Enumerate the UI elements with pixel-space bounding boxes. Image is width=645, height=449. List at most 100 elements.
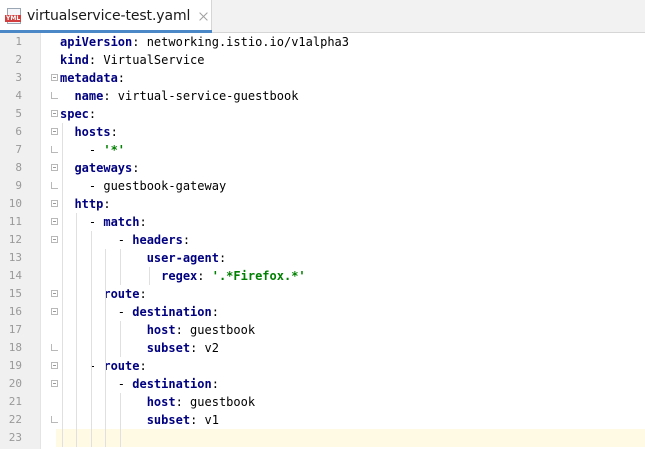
fold-end-icon[interactable] — [51, 344, 58, 351]
code-line[interactable]: 16 - destination: — [0, 303, 645, 321]
line-number: 8 — [15, 161, 22, 174]
yaml-token: : — [218, 251, 227, 265]
yaml-token: : v1 — [190, 413, 219, 427]
editor-tab-bar: YML virtualservice-test.yaml — [0, 0, 645, 33]
fold-marker-icon[interactable] — [51, 236, 58, 243]
fold-end-icon[interactable] — [51, 92, 58, 99]
fold-end-icon[interactable] — [51, 416, 58, 423]
code-line[interactable]: 21 host: guestbook — [0, 393, 645, 411]
line-number: 19 — [8, 359, 22, 372]
yaml-token: - — [117, 233, 133, 247]
yaml-file-icon: YML — [5, 8, 22, 24]
code-line[interactable]: 14 regex: '.*Firefox.*' — [0, 267, 645, 285]
yaml-key: hosts — [74, 125, 111, 139]
code-text: regex: '.*Firefox.*' — [60, 267, 306, 285]
yaml-token: : — [139, 287, 147, 301]
fold-marker-icon[interactable] — [51, 200, 58, 207]
yaml-token: : — [132, 161, 140, 175]
fold-marker-icon[interactable] — [51, 308, 58, 315]
fold-marker-icon[interactable] — [51, 290, 58, 297]
yaml-key: destination — [132, 305, 212, 319]
yaml-token: - — [88, 143, 104, 157]
code-line[interactable]: 3 metadata: — [0, 69, 645, 87]
code-text: subset: v2 — [60, 339, 219, 357]
yaml-token: - — [117, 305, 133, 319]
line-number: 18 — [8, 341, 22, 354]
code-line[interactable]: 9 - guestbook-gateway — [0, 177, 645, 195]
line-number: 1 — [15, 35, 22, 48]
code-line[interactable]: 1 apiVersion: networking.istio.io/v1alpha… — [0, 33, 645, 51]
yaml-key: user-agent — [146, 251, 219, 265]
code-text: metadata: — [60, 69, 125, 87]
line-number: 16 — [8, 305, 22, 318]
code-line[interactable]: 22 subset: v1 — [0, 411, 645, 429]
yaml-key: http — [74, 197, 104, 211]
code-line[interactable]: 13 user-agent: — [0, 249, 645, 267]
code-line[interactable]: 23 — [9, 429, 645, 447]
code-line[interactable]: 2 kind: VirtualService — [0, 51, 645, 69]
code-text: - destination: — [60, 303, 219, 321]
code-line[interactable]: 4 name: virtual-service-guestbook — [0, 87, 645, 105]
fold-marker-icon[interactable] — [51, 380, 58, 387]
fold-marker-icon[interactable] — [51, 362, 58, 369]
code-text: name: virtual-service-guestbook — [60, 87, 298, 105]
code-text: apiVersion: networking.istio.io/v1alpha3 — [60, 33, 349, 51]
code-line[interactable]: 7 - '*' — [0, 141, 645, 159]
code-text: gateways: — [60, 159, 139, 177]
yaml-token: - guestbook-gateway — [88, 179, 227, 193]
yaml-token: : — [139, 215, 147, 229]
code-line[interactable]: 15 route: — [0, 285, 645, 303]
indent-guide — [76, 213, 78, 447]
fold-marker-icon[interactable] — [51, 128, 58, 135]
code-line[interactable]: 10 http: — [0, 195, 645, 213]
fold-end-icon[interactable] — [51, 146, 58, 153]
fold-end-icon[interactable] — [51, 182, 58, 189]
line-number: 6 — [15, 125, 22, 138]
code-line[interactable]: 6 hosts: — [0, 123, 645, 141]
line-number: 23 — [8, 431, 22, 444]
code-text: subset: v1 — [60, 411, 219, 429]
fold-marker-icon[interactable] — [51, 218, 58, 225]
close-icon[interactable] — [198, 11, 209, 22]
yaml-token: : VirtualService — [88, 53, 205, 67]
yaml-token: : — [139, 359, 147, 373]
code-line[interactable]: 8 gateways: — [0, 159, 645, 177]
code-line[interactable]: 20 - destination: — [0, 375, 645, 393]
indent-guide — [119, 393, 121, 447]
code-line[interactable]: 19 - route: — [0, 357, 645, 375]
fold-marker-icon[interactable] — [51, 110, 58, 117]
yaml-key: route — [103, 359, 140, 373]
yaml-key: host — [146, 395, 176, 409]
yaml-key: metadata — [60, 71, 118, 85]
yaml-key: route — [103, 287, 140, 301]
code-line[interactable]: 18 subset: v2 — [0, 339, 645, 357]
yaml-token: : — [103, 197, 111, 211]
code-line[interactable]: 5 spec: — [0, 105, 645, 123]
yaml-key: regex — [161, 269, 198, 283]
yaml-token: : — [211, 305, 219, 319]
yaml-key: subset — [146, 413, 191, 427]
yaml-key: gateways — [74, 161, 133, 175]
fold-marker-icon[interactable] — [51, 164, 58, 171]
code-text: host: guestbook — [60, 321, 255, 339]
code-line[interactable]: 11 - match: — [0, 213, 645, 231]
yaml-key: subset — [146, 341, 191, 355]
code-line[interactable]: 17 host: guestbook — [0, 321, 645, 339]
fold-marker-icon[interactable] — [51, 74, 58, 81]
line-number: 4 — [15, 89, 22, 102]
line-number: 17 — [8, 323, 22, 336]
code-text: kind: VirtualService — [60, 51, 205, 69]
file-tab[interactable]: YML virtualservice-test.yaml — [0, 0, 212, 33]
line-number: 22 — [8, 413, 22, 426]
line-number: 12 — [8, 233, 22, 246]
yaml-key: kind — [60, 53, 89, 67]
line-number: 11 — [8, 215, 22, 228]
code-line[interactable]: 12 - headers: — [0, 231, 645, 249]
